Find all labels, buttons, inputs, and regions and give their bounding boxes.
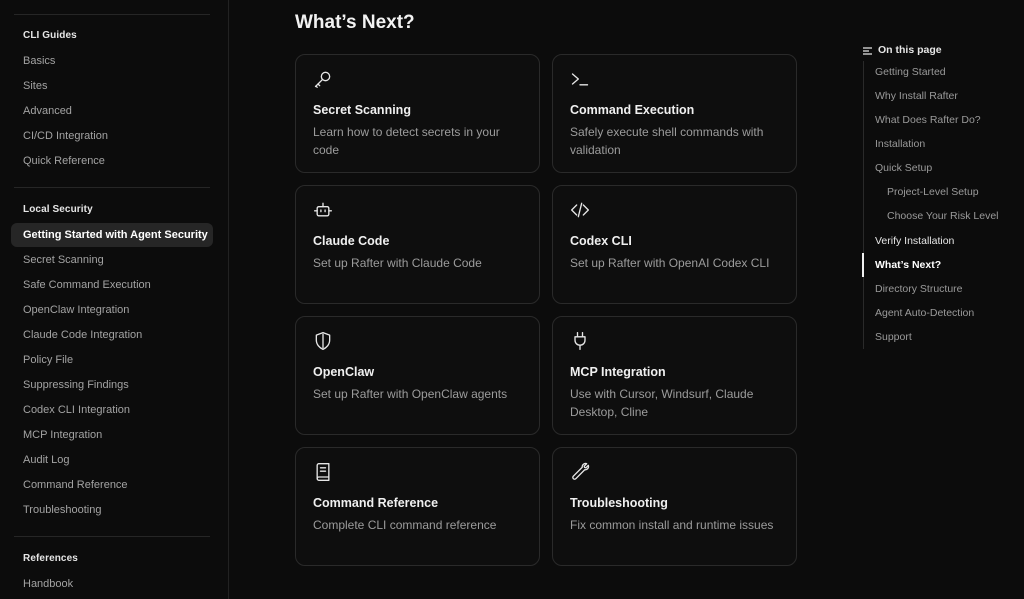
- sidebar-item-troubleshooting[interactable]: Troubleshooting: [23, 504, 101, 516]
- sidebar-heading-local-security: Local Security: [23, 204, 93, 215]
- sidebar-item-safe-command-execution[interactable]: Safe Command Execution: [23, 279, 151, 291]
- card-secret-scanning[interactable]: Secret Scanning Learn how to detect secr…: [295, 54, 540, 173]
- card-openclaw[interactable]: OpenClaw Set up Rafter with OpenClaw age…: [295, 316, 540, 435]
- sidebar-item-quick-reference[interactable]: Quick Reference: [23, 155, 105, 167]
- sidebar-item-command-reference[interactable]: Command Reference: [23, 479, 128, 491]
- card-description: Complete CLI command reference: [313, 518, 497, 532]
- toc-active-indicator: [862, 253, 864, 277]
- sidebar-divider: [14, 14, 210, 15]
- card-troubleshooting[interactable]: Troubleshooting Fix common install and r…: [552, 447, 797, 566]
- sidebar-heading-cli-guides: CLI Guides: [23, 30, 77, 41]
- wrench-icon: [570, 462, 590, 482]
- card-title: Claude Code: [313, 234, 390, 248]
- card-description: Use with Cursor, Windsurf, Claude Deskto…: [570, 387, 754, 419]
- card-claude-code[interactable]: Claude Code Set up Rafter with Claude Co…: [295, 185, 540, 304]
- toc-item-support[interactable]: Support: [875, 331, 912, 343]
- toc-item-agent-auto-detection[interactable]: Agent Auto-Detection: [875, 307, 974, 319]
- terminal-icon: [570, 69, 590, 89]
- book-icon: [313, 462, 333, 482]
- toc-item-project-level-setup[interactable]: Project-Level Setup: [887, 186, 979, 198]
- key-icon: [313, 69, 333, 89]
- sidebar-item-advanced[interactable]: Advanced: [23, 105, 72, 117]
- card-codex-cli[interactable]: Codex CLI Set up Rafter with OpenAI Code…: [552, 185, 797, 304]
- plug-icon: [570, 331, 590, 351]
- toc-item-quick-setup[interactable]: Quick Setup: [875, 162, 932, 174]
- sidebar-item-cicd-integration[interactable]: CI/CD Integration: [23, 130, 108, 142]
- toc-track: [863, 61, 864, 349]
- toc-item-installation[interactable]: Installation: [875, 138, 925, 150]
- sidebar-item-claude-code-integration[interactable]: Claude Code Integration: [23, 329, 142, 341]
- toc-item-verify-installation[interactable]: Verify Installation: [875, 235, 954, 247]
- page-title: What’s Next?: [295, 12, 415, 33]
- sidebar-item-sites[interactable]: Sites: [23, 80, 47, 92]
- card-command-reference[interactable]: Command Reference Complete CLI command r…: [295, 447, 540, 566]
- card-description: Learn how to detect secrets in your code: [313, 125, 500, 157]
- toc-item-getting-started[interactable]: Getting Started: [875, 66, 946, 78]
- card-title: Codex CLI: [570, 234, 632, 248]
- robot-icon: [313, 200, 333, 220]
- card-title: MCP Integration: [570, 365, 666, 379]
- card-mcp-integration[interactable]: MCP Integration Use with Cursor, Windsur…: [552, 316, 797, 435]
- sidebar-item-openclaw-integration[interactable]: OpenClaw Integration: [23, 304, 129, 316]
- sidebar-divider: [14, 187, 210, 188]
- sidebar-divider: [14, 536, 210, 537]
- code-icon: [570, 200, 590, 220]
- sidebar-item-basics[interactable]: Basics: [23, 55, 55, 67]
- toc-heading-label: On this page: [878, 44, 942, 56]
- card-title: OpenClaw: [313, 365, 375, 379]
- toc-item-what-does-rafter-do[interactable]: What Does Rafter Do?: [875, 114, 981, 126]
- card-description: Fix common install and runtime issues: [570, 518, 774, 532]
- list-icon: [863, 46, 872, 55]
- card-description: Set up Rafter with OpenClaw agents: [313, 387, 508, 401]
- sidebar-item-policy-file[interactable]: Policy File: [23, 354, 73, 366]
- toc-item-choose-risk-level[interactable]: Choose Your Risk Level: [887, 210, 999, 222]
- card-title: Command Execution: [570, 103, 695, 117]
- card-title: Command Reference: [313, 496, 439, 510]
- toc-item-why-install-rafter[interactable]: Why Install Rafter: [875, 90, 958, 102]
- sidebar-item-suppressing-findings[interactable]: Suppressing Findings: [23, 379, 129, 391]
- sidebar-heading-references: References: [23, 553, 78, 564]
- sidebar-item-secret-scanning[interactable]: Secret Scanning: [23, 254, 104, 266]
- sidebar-item-mcp-integration[interactable]: MCP Integration: [23, 429, 102, 441]
- card-description: Set up Rafter with OpenAI Codex CLI: [570, 256, 770, 270]
- card-title: Secret Scanning: [313, 103, 411, 117]
- card-description: Safely execute shell commands with valid…: [570, 125, 764, 157]
- sidebar: CLI Guides Basics Sites Advanced CI/CD I…: [0, 0, 229, 599]
- card-command-execution[interactable]: Command Execution Safely execute shell c…: [552, 54, 797, 173]
- shield-icon: [313, 331, 333, 351]
- toc-item-directory-structure[interactable]: Directory Structure: [875, 283, 963, 295]
- sidebar-item-codex-cli-integration[interactable]: Codex CLI Integration: [23, 404, 130, 416]
- toc-item-whats-next[interactable]: What’s Next?: [875, 259, 941, 271]
- sidebar-item-handbook[interactable]: Handbook: [23, 578, 73, 590]
- toc-heading: On this page: [863, 44, 942, 56]
- card-description: Set up Rafter with Claude Code: [313, 256, 482, 270]
- sidebar-item-getting-started-agent-security[interactable]: Getting Started with Agent Security: [11, 223, 213, 247]
- card-title: Troubleshooting: [570, 496, 668, 510]
- sidebar-item-audit-log[interactable]: Audit Log: [23, 454, 69, 466]
